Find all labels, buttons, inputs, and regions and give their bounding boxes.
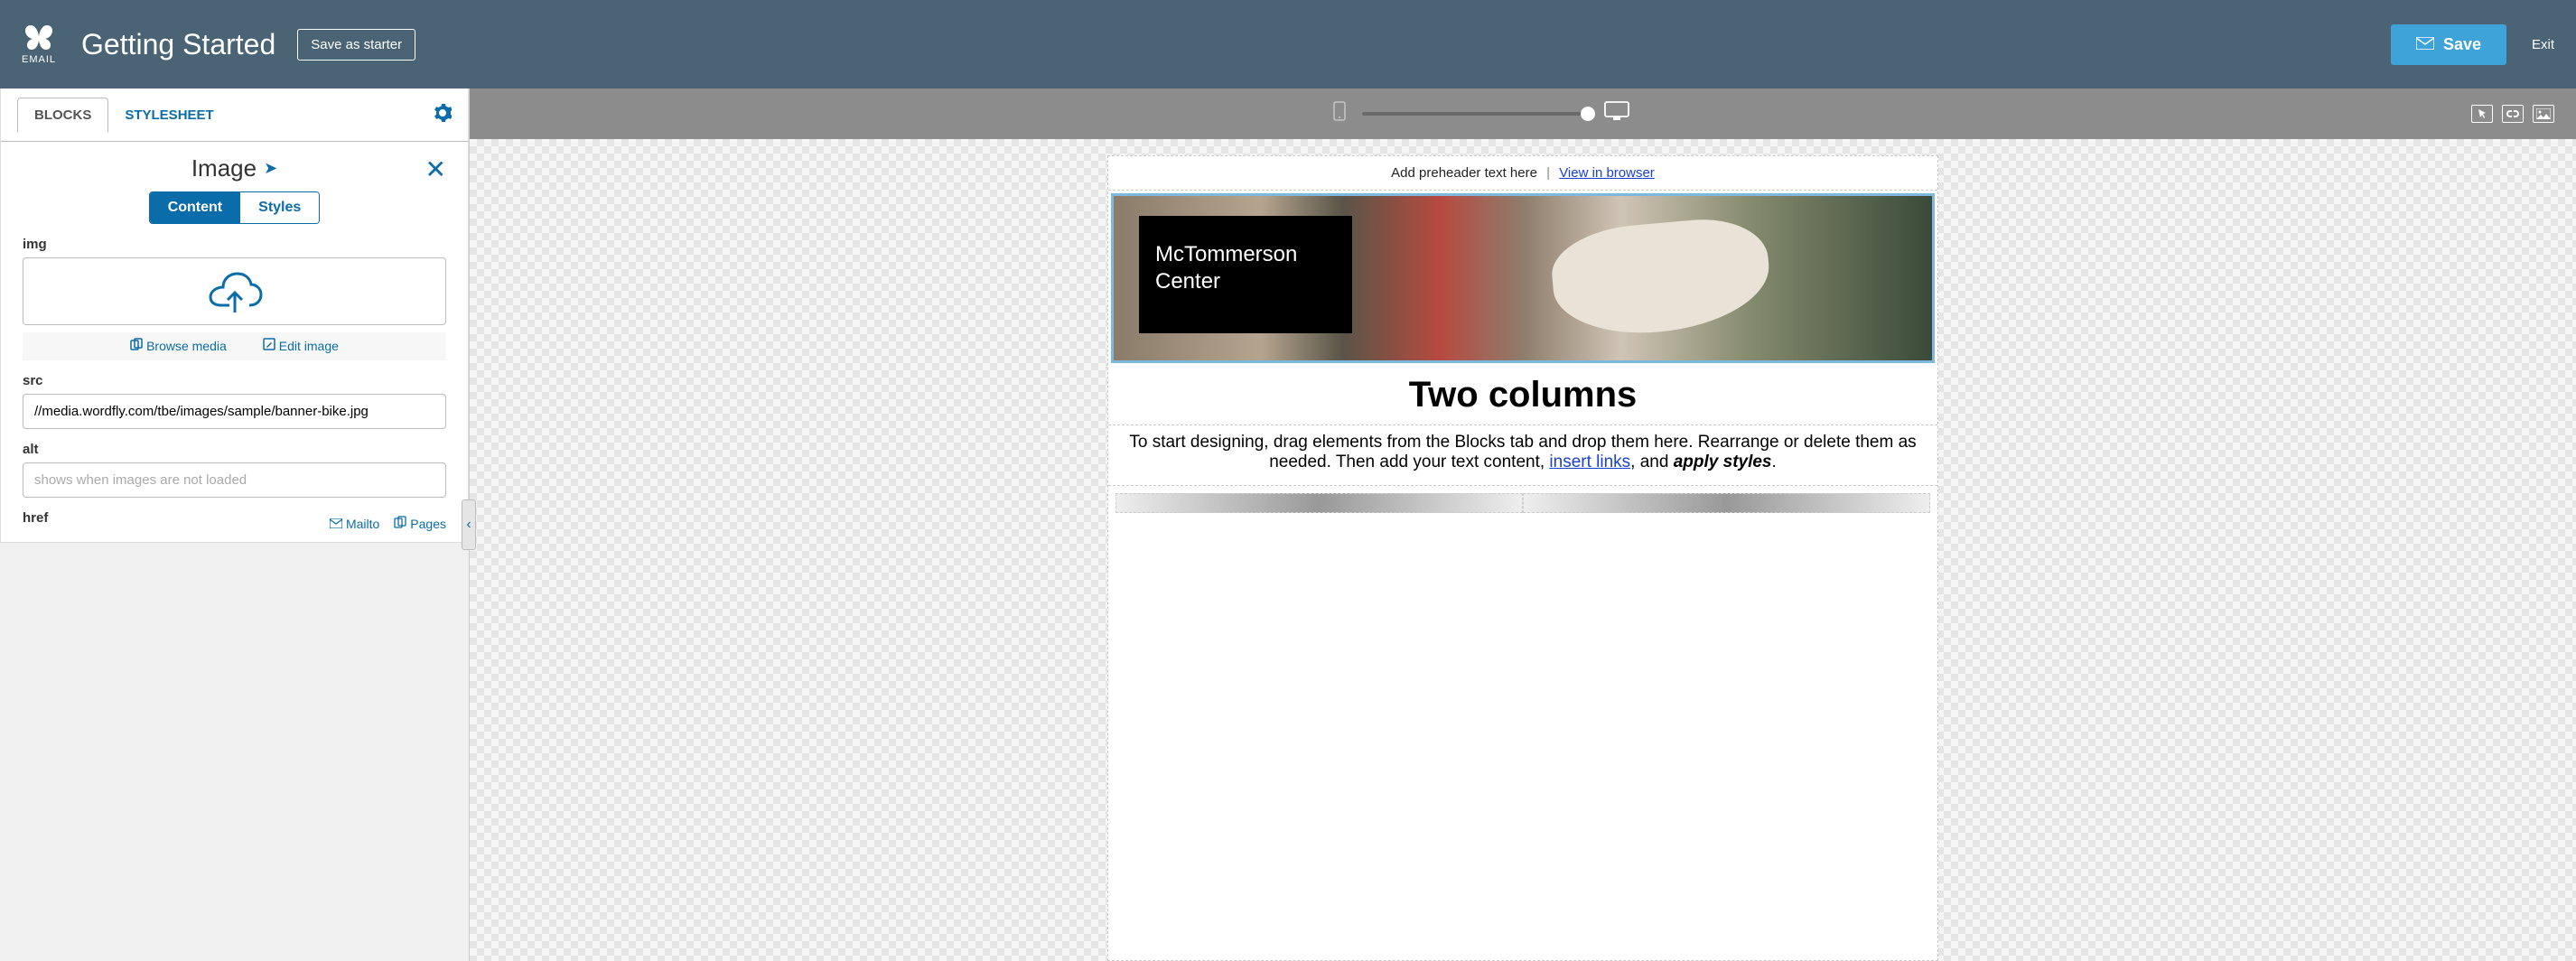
main-layout: BLOCKS STYLESHEET Image ➤ ✕ [0,89,2576,961]
src-field: src [23,373,446,429]
mail-icon [330,517,342,531]
apply-styles-text: apply styles [1674,453,1772,471]
bike-seat-shape [1548,214,1774,341]
preview-area: Add preheader text here | View in browse… [470,89,2576,961]
gear-icon[interactable] [434,104,452,126]
mobile-icon[interactable] [1333,101,1346,126]
segment-styles[interactable]: Styles [240,192,319,223]
copy-icon [130,338,143,353]
zoom-thumb[interactable] [1581,107,1595,121]
href-pages-link[interactable]: Pages [394,516,446,531]
sidebar-collapse-handle[interactable]: ‹ [462,499,476,550]
save-button-label: Save [2443,35,2481,54]
insert-links-link[interactable]: insert links [1549,453,1630,471]
upload-drop-zone[interactable] [23,257,446,325]
preheader-row[interactable]: Add preheader text here | View in browse… [1108,156,1937,191]
two-column-block[interactable] [1108,486,1937,520]
exit-link[interactable]: Exit [2532,37,2554,52]
envelope-icon [2416,35,2434,54]
tab-stylesheet[interactable]: STYLESHEET [108,98,229,132]
logo-label: EMAIL [22,54,56,65]
heading-block[interactable]: Two columns [1108,366,1937,425]
cloud-upload-icon [206,271,264,316]
hero-image: McTommerson Center [1114,196,1932,360]
zoom-slider[interactable] [1362,112,1588,116]
image-tool-icon[interactable] [2533,105,2554,123]
email-body: Add preheader text here | View in browse… [1107,155,1938,961]
preview-toolbar [470,89,2576,139]
sidebar-tabs: BLOCKS STYLESHEET [1,89,468,142]
body-text-block[interactable]: To start designing, drag elements from t… [1108,425,1937,486]
butterfly-icon [23,23,54,51]
edit-image-link[interactable]: Edit image [263,338,339,353]
hero-image-block[interactable]: IMAGE McTommerson Center [1111,193,1935,363]
save-as-starter-button[interactable]: Save as starter [297,29,415,61]
block-panel: Image ➤ ✕ Content Styles [1,142,468,237]
href-mailto-link[interactable]: Mailto [330,517,379,531]
view-in-browser-link[interactable]: View in browser [1559,165,1655,181]
chevron-left-icon: ‹ [466,517,471,533]
pages-icon [394,516,406,531]
href-label: href [23,510,330,526]
src-label: src [23,373,446,388]
edit-icon [263,338,275,353]
img-field: img Browse media Edit image [23,237,446,360]
page-title: Getting Started [81,28,275,61]
preview-canvas[interactable]: Add preheader text here | View in browse… [470,139,2576,961]
img-label: img [23,237,446,252]
href-field: href Mailto Pages [23,510,446,531]
app-logo: EMAIL [22,23,56,65]
sidebar: BLOCKS STYLESHEET Image ➤ ✕ [0,89,470,961]
close-icon[interactable]: ✕ [425,154,446,184]
alt-input[interactable] [23,462,446,498]
save-button[interactable]: Save [2391,24,2506,65]
panel-title: Image ➤ [191,154,277,182]
link-tool-icon[interactable] [2502,105,2524,123]
column-image-left [1115,493,1523,513]
heading-text: Two columns [1117,375,1928,415]
app-header: EMAIL Getting Started Save as starter Sa… [0,0,2576,89]
src-input[interactable] [23,394,446,429]
preheader-text: Add preheader text here [1391,165,1537,181]
desktop-icon[interactable] [1604,101,1629,126]
tab-blocks[interactable]: BLOCKS [17,98,108,133]
select-tool-icon[interactable] [2471,105,2493,123]
segment-content[interactable]: Content [150,192,240,223]
alt-label: alt [23,442,446,457]
browse-media-link[interactable]: Browse media [130,338,227,353]
location-arrow-icon[interactable]: ➤ [264,159,277,178]
column-image-right [1523,493,1930,513]
content-styles-segment: Content Styles [149,191,321,224]
hero-logo-box: McTommerson Center [1139,216,1352,333]
alt-field: alt [23,442,446,498]
